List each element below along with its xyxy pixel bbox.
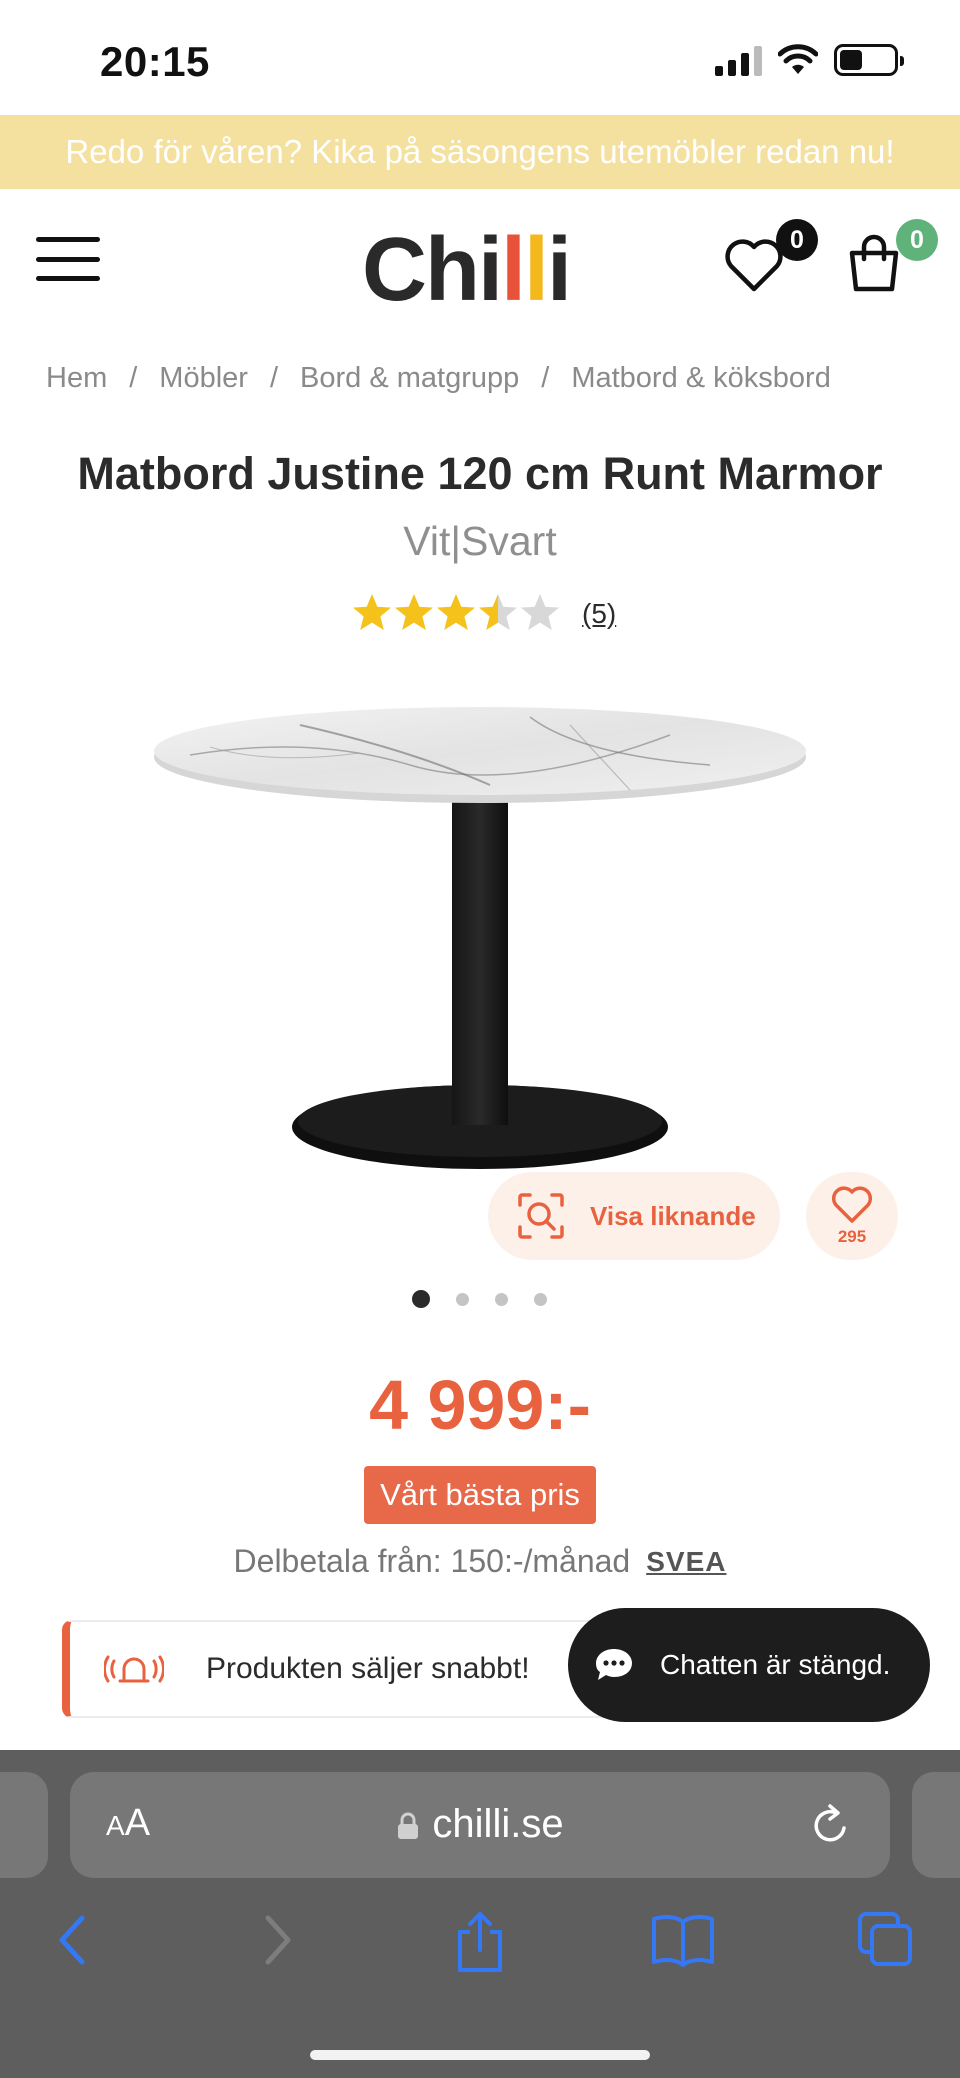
- previous-tab-preview[interactable]: [0, 1772, 48, 1878]
- carousel-dot[interactable]: [534, 1292, 547, 1306]
- review-count[interactable]: (5): [582, 598, 616, 630]
- browser-nav-bar: [0, 1910, 960, 1990]
- share-button[interactable]: [450, 1910, 510, 1979]
- best-price-badge: Vårt bästa pris: [364, 1466, 596, 1524]
- product-image[interactable]: [150, 695, 810, 1175]
- sells-fast-text: Produkten säljer snabbt!: [206, 1652, 530, 1685]
- breadcrumb-item[interactable]: Matbord & köksbord: [571, 362, 831, 395]
- status-bar: 20:15: [0, 0, 960, 115]
- back-button[interactable]: [52, 1910, 92, 1975]
- breadcrumb: Hem / Möbler / Bord & matgrupp / Matbord…: [46, 362, 831, 395]
- url-display[interactable]: chilli.se: [70, 1802, 890, 1847]
- chat-status-label: Chatten är stängd.: [660, 1649, 891, 1680]
- breadcrumb-item[interactable]: Möbler: [159, 362, 248, 395]
- carousel-dot[interactable]: [412, 1290, 430, 1308]
- bookmarks-button[interactable]: [650, 1910, 716, 1975]
- promo-text: Redo för våren? Kika på säsongens utemöb…: [65, 133, 895, 170]
- breadcrumb-separator: /: [541, 362, 550, 394]
- product-price: 4 999:-: [369, 1366, 591, 1444]
- visual-search-icon: [518, 1193, 564, 1239]
- cart-count-badge: 0: [896, 219, 938, 261]
- status-time: 20:15: [100, 38, 210, 85]
- share-icon: [458, 1912, 502, 1972]
- breadcrumb-separator: /: [269, 362, 279, 394]
- image-carousel-dots: [412, 1290, 547, 1308]
- heart-icon: [831, 1186, 873, 1223]
- breadcrumb-separator: /: [129, 362, 138, 394]
- next-tab-preview[interactable]: [912, 1772, 960, 1878]
- chevron-right-icon: [265, 1915, 291, 1965]
- tabs-icon: [858, 1912, 912, 1966]
- star-rating-icon: [353, 594, 559, 630]
- home-indicator: [310, 2050, 650, 2060]
- breadcrumb-item[interactable]: Hem: [46, 362, 107, 395]
- alarm-bell-icon: [104, 1655, 164, 1683]
- product-title: Matbord Justine 120 cm Runt Marmor: [77, 448, 883, 499]
- battery-icon: [834, 44, 904, 76]
- book-icon: [652, 1915, 714, 1967]
- svea-logo[interactable]: SVEA: [646, 1546, 726, 1578]
- hamburger-line: [36, 237, 100, 242]
- reload-icon[interactable]: [806, 1800, 854, 1850]
- wishlist-count-badge: 0: [776, 219, 818, 261]
- carousel-dot[interactable]: [495, 1292, 508, 1306]
- tabs-button[interactable]: [856, 1910, 916, 1975]
- wifi-icon: [778, 44, 818, 74]
- site-header: Chilli 0 0: [0, 189, 960, 324]
- forward-button[interactable]: [258, 1910, 298, 1975]
- chat-bubble-icon: [596, 1649, 632, 1680]
- installment-info: Delbetala från: 150:-/månad SVEA: [0, 1543, 960, 1580]
- favorite-count: 295: [837, 1227, 867, 1246]
- chilli-logo[interactable]: Chilli: [362, 219, 572, 322]
- chevron-left-icon: [59, 1915, 85, 1965]
- show-similar-label: Visa liknande: [590, 1200, 756, 1231]
- promo-banner[interactable]: Redo för våren? Kika på säsongens utemöb…: [0, 115, 960, 189]
- breadcrumb-item[interactable]: Bord & matgrupp: [300, 362, 519, 395]
- cart-button[interactable]: 0: [842, 219, 938, 305]
- product-variant: Vit|Svart: [403, 518, 557, 564]
- cellular-signal-icon: [715, 44, 762, 76]
- hamburger-line: [36, 256, 100, 262]
- hamburger-line: [36, 276, 100, 281]
- installment-text: Delbetala från: 150:-/månad: [233, 1543, 631, 1579]
- browser-toolbar: AA chilli.se: [0, 1750, 960, 2078]
- menu-button[interactable]: [36, 237, 100, 281]
- status-icons: [715, 44, 904, 76]
- carousel-dot[interactable]: [456, 1292, 469, 1306]
- address-bar[interactable]: AA chilli.se: [70, 1772, 890, 1878]
- show-similar-button[interactable]: Visa liknande: [488, 1172, 780, 1260]
- favorite-button[interactable]: 295: [806, 1172, 898, 1260]
- lock-icon: [398, 1812, 419, 1840]
- chat-button[interactable]: Chatten är stängd.: [568, 1608, 930, 1722]
- product-rating[interactable]: (5): [352, 592, 616, 636]
- wishlist-button[interactable]: 0: [722, 219, 818, 305]
